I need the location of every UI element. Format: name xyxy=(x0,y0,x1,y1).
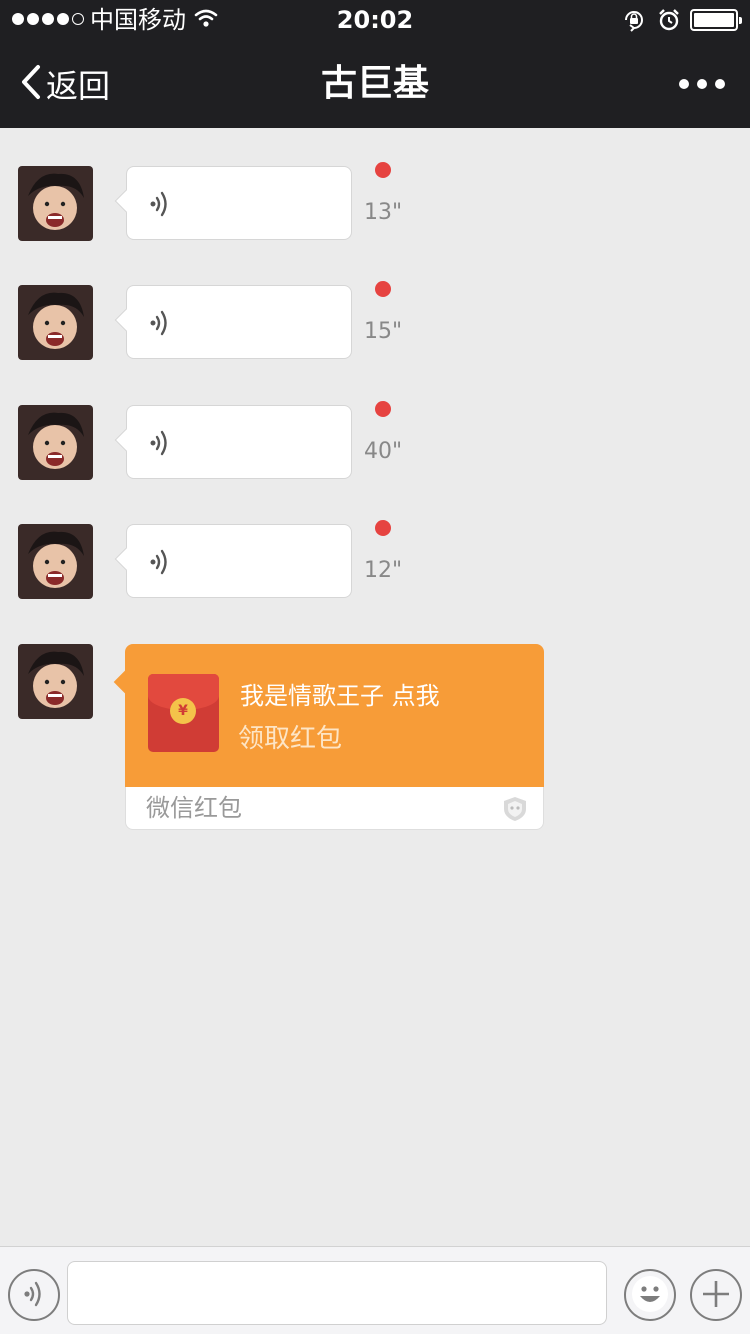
voice-wave-icon xyxy=(149,547,173,581)
avatar[interactable] xyxy=(18,285,93,360)
chat-title: 古巨基 xyxy=(320,63,429,104)
rotation-lock-icon xyxy=(622,8,646,36)
unread-dot xyxy=(375,520,391,536)
avatar[interactable] xyxy=(18,524,93,599)
more-dot xyxy=(715,79,725,89)
shield-icon xyxy=(501,795,529,827)
voice-message-bubble[interactable] xyxy=(114,405,352,479)
voice-wave-icon xyxy=(149,189,173,223)
red-packet-source: 微信红包 xyxy=(146,794,242,822)
more-button[interactable] xyxy=(672,70,732,98)
voice-duration: 15" xyxy=(364,319,403,344)
voice-message-bubble[interactable] xyxy=(114,524,352,598)
alarm-icon xyxy=(657,8,681,36)
voice-input-button[interactable] xyxy=(8,1269,60,1321)
voice-wave-icon xyxy=(149,308,173,342)
red-packet-subtitle: 领取红包 xyxy=(238,724,343,754)
nav-bar: 返回 古巨基 xyxy=(0,40,750,128)
chat-area[interactable]: 13" 15" 40" 12" ¥ 我是情歌王子 点我 领取红包 微信红包 xyxy=(0,128,750,1246)
red-envelope-icon: ¥ xyxy=(148,674,219,752)
emoji-button[interactable] xyxy=(624,1269,676,1321)
voice-message-bubble[interactable] xyxy=(114,285,352,359)
message-input[interactable] xyxy=(67,1261,607,1325)
plus-button[interactable] xyxy=(690,1269,742,1321)
unread-dot xyxy=(375,281,391,297)
battery-icon xyxy=(690,9,742,31)
voice-message-bubble[interactable] xyxy=(114,166,352,240)
voice-duration: 13" xyxy=(364,200,403,225)
avatar[interactable] xyxy=(18,644,93,719)
more-dot xyxy=(697,79,707,89)
unread-dot xyxy=(375,401,391,417)
unread-dot xyxy=(375,162,391,178)
voice-duration: 12" xyxy=(364,558,403,583)
avatar[interactable] xyxy=(18,405,93,480)
more-dot xyxy=(679,79,689,89)
emoji-icon xyxy=(630,1274,670,1317)
input-bar xyxy=(0,1246,750,1334)
plus-icon xyxy=(701,1279,731,1312)
voice-duration: 40" xyxy=(364,439,403,464)
status-bar: 中国移动 20:02 xyxy=(0,0,750,40)
voice-icon xyxy=(22,1279,46,1312)
red-packet-title: 我是情歌王子 点我 xyxy=(240,682,440,710)
red-packet-card[interactable]: ¥ 我是情歌王子 点我 领取红包 微信红包 xyxy=(113,644,544,830)
avatar[interactable] xyxy=(18,166,93,241)
voice-wave-icon xyxy=(149,428,173,462)
